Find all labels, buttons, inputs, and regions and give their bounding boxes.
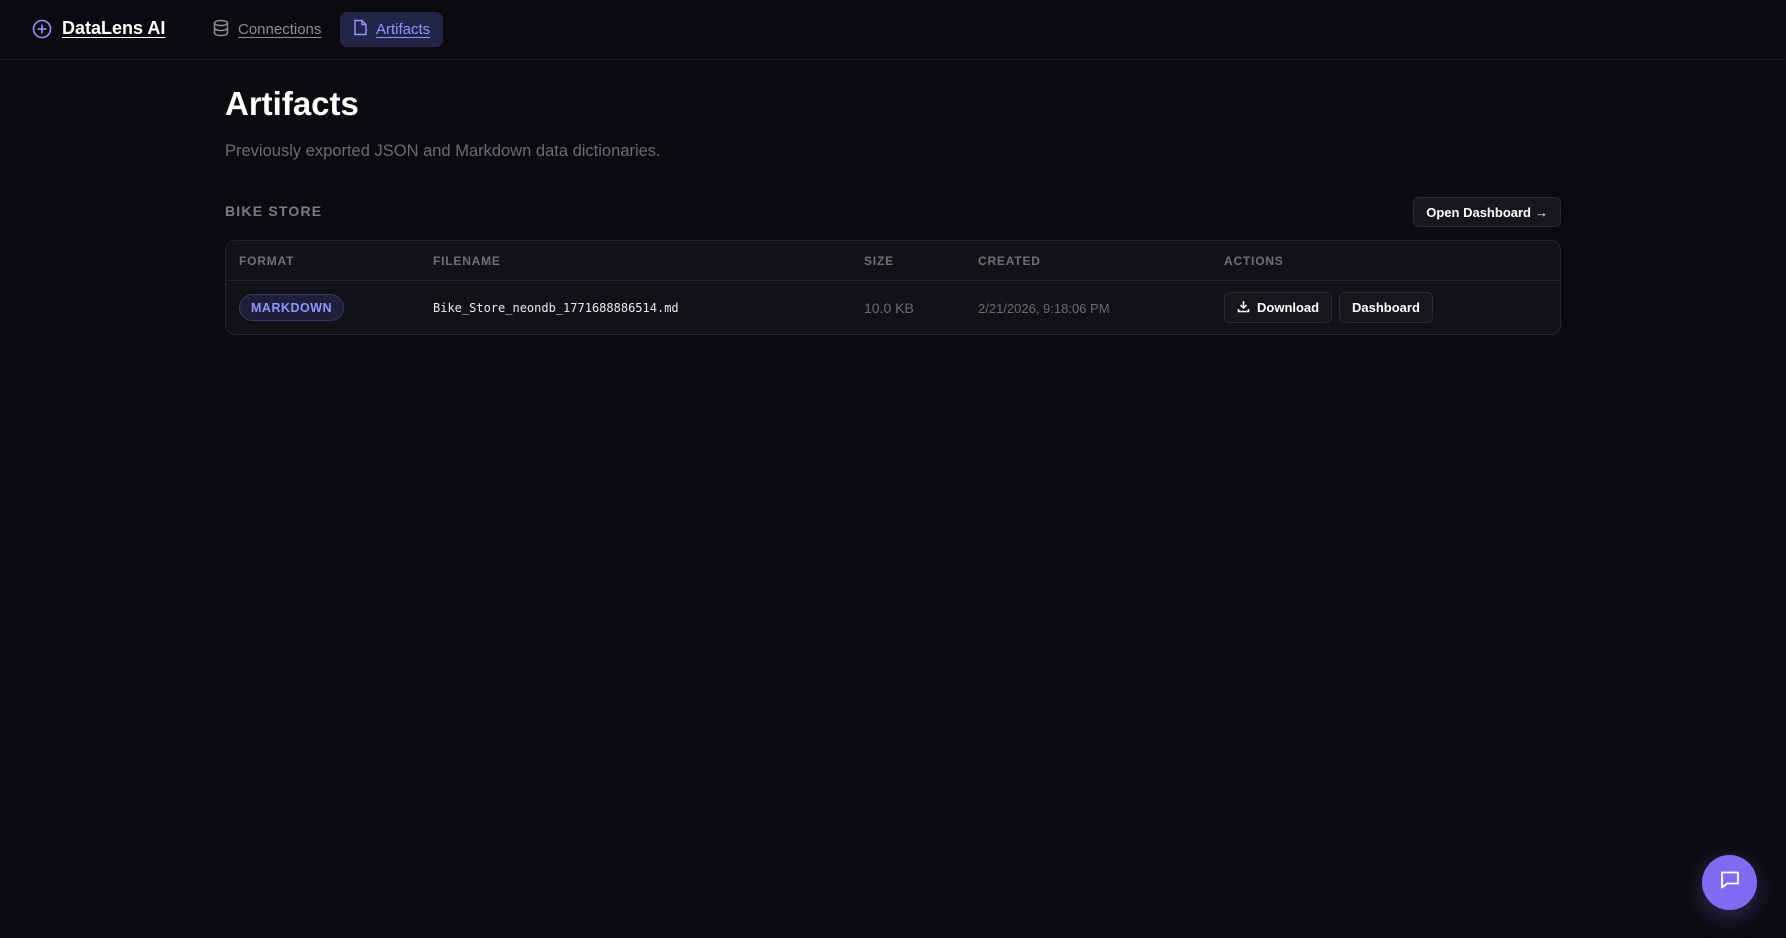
nav-item-artifacts[interactable]: Artifacts (340, 12, 444, 47)
arrow-right-icon: → (1535, 204, 1548, 220)
artifacts-table: FORMAT FILENAME SIZE CREATED ACTIONS MAR… (225, 240, 1561, 335)
file-icon (353, 19, 368, 40)
format-badge: MARKDOWN (239, 294, 345, 321)
nav-item-connections[interactable]: Connections (199, 12, 334, 47)
plus-circle-icon (32, 19, 52, 39)
size-cell: 10.0 KB (864, 300, 914, 316)
top-navigation-bar: DataLens AI Connections Artifacts (0, 0, 1786, 60)
table-row: MARKDOWN Bike_Store_neondb_1771688886514… (226, 281, 1560, 334)
dashboard-button[interactable]: Dashboard (1339, 292, 1433, 323)
group-title: BIKE STORE (225, 203, 323, 219)
database-icon (212, 19, 230, 41)
table-header: FORMAT FILENAME SIZE CREATED ACTIONS (226, 241, 1560, 281)
column-header-actions: ACTIONS (1224, 254, 1284, 268)
nav-item-label: Artifacts (376, 21, 431, 38)
dashboard-label: Dashboard (1352, 300, 1420, 315)
created-cell: 2/21/2026, 9:18:06 PM (978, 301, 1110, 316)
download-button[interactable]: Download (1224, 292, 1333, 323)
column-header-format: FORMAT (239, 254, 295, 268)
filename-cell: Bike_Store_neondb_1771688886514.md (433, 301, 679, 315)
open-dashboard-button[interactable]: Open Dashboard → (1413, 197, 1561, 227)
column-header-filename: FILENAME (433, 254, 501, 268)
download-label: Download (1257, 300, 1320, 315)
download-icon (1237, 300, 1250, 316)
nav-item-label: Connections (238, 21, 322, 38)
column-header-created: CREATED (978, 254, 1041, 268)
brand-name: DataLens AI (62, 18, 166, 38)
chat-icon (1719, 869, 1741, 896)
open-dashboard-label: Open Dashboard (1426, 204, 1531, 220)
page-subtitle: Previously exported JSON and Markdown da… (225, 142, 661, 160)
page-title: Artifacts (225, 85, 359, 122)
brand-link[interactable]: DataLens AI (32, 18, 165, 39)
column-header-size: SIZE (864, 254, 894, 268)
chat-button[interactable] (1702, 855, 1757, 910)
